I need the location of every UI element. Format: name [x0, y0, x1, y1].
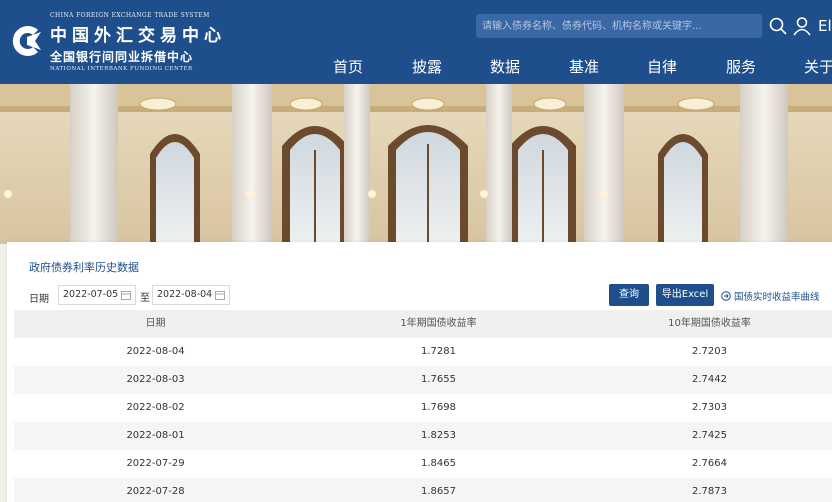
yield-10y-cell: 2.7203 [692, 346, 727, 357]
date-cell: 2022-08-03 [126, 374, 185, 385]
end-date-input[interactable]: 2022-08-04 [152, 285, 230, 305]
date-cell: 2022-08-02 [126, 402, 185, 413]
nav-services[interactable]: 服务 [726, 56, 756, 77]
yield-1y-cell: 1.7698 [421, 402, 456, 413]
column-header-date: 日期 [145, 318, 166, 329]
column-header-1y-yield: 1年期国债收益率 [400, 318, 477, 329]
hall-interior-image [0, 84, 832, 244]
calendar-icon [121, 291, 131, 300]
site-header: CHINA FOREIGN EXCHANGE TRADE SYSTEM 中国外汇… [0, 0, 832, 84]
nav-benchmark[interactable]: 基准 [569, 56, 599, 77]
logo-mark-icon [12, 26, 41, 57]
yield-1y-cell: 1.8465 [421, 458, 456, 469]
yield-10y-cell: 2.7873 [692, 486, 727, 497]
table-row: 2022-07-29 1.8465 2.7664 [14, 450, 832, 478]
yield-10y-cell: 2.7303 [692, 402, 727, 413]
bond-rate-table: 日期 1年期国债收益率 10年期国债收益率 2022-08-04 1.7281 … [14, 310, 832, 502]
yield-10y-cell: 2.7664 [692, 458, 727, 469]
nav-home[interactable]: 首页 [333, 56, 363, 77]
start-date-value: 2022-07-05 [63, 289, 119, 300]
date-range-separator: 至 [140, 293, 150, 304]
date-cell: 2022-07-29 [126, 458, 185, 469]
column-header-10y-yield: 10年期国债收益率 [668, 318, 751, 329]
date-filter-label: 日期 [29, 294, 49, 305]
date-cell: 2022-08-01 [126, 430, 185, 441]
bond-rate-panel: 政府债券利率历史数据 日期 2022-07-05 至 2022-08-04 查询… [7, 242, 832, 502]
nav-disclosure[interactable]: 披露 [412, 56, 442, 77]
yield-1y-cell: 1.8657 [421, 486, 456, 497]
query-button[interactable]: 查询 [609, 284, 649, 306]
export-excel-button[interactable]: 导出Excel [656, 284, 714, 306]
yield-1y-cell: 1.7281 [421, 346, 456, 357]
nav-self-regulation[interactable]: 自律 [647, 56, 677, 77]
user-icon[interactable] [792, 16, 812, 36]
search-icon[interactable] [768, 16, 788, 36]
table-row: 2022-08-04 1.7281 2.7203 [14, 338, 832, 366]
cfets-logo[interactable]: CHINA FOREIGN EXCHANGE TRADE SYSTEM 中国外汇… [8, 8, 221, 78]
nav-about[interactable]: 关于 [804, 56, 832, 77]
arrow-circle-icon [721, 291, 731, 301]
logo-chinese-name: 中国外汇交易中心 [50, 26, 226, 46]
yield-1y-cell: 1.7655 [421, 374, 456, 385]
table-header-row: 日期 1年期国债收益率 10年期国债收益率 [14, 310, 832, 338]
logo-english-name: CHINA FOREIGN EXCHANGE TRADE SYSTEM [50, 12, 210, 19]
table-row: 2022-08-03 1.7655 2.7442 [14, 366, 832, 394]
start-date-input[interactable]: 2022-07-05 [58, 285, 136, 305]
yield-10y-cell: 2.7442 [692, 374, 727, 385]
search-input[interactable] [476, 14, 762, 38]
yield-curve-link[interactable]: 国债实时收益率曲线 [721, 289, 820, 303]
calendar-icon [215, 291, 225, 300]
date-cell: 2022-07-28 [126, 486, 185, 497]
table-row: 2022-07-28 1.8657 2.7873 [14, 478, 832, 502]
logo-chinese-subname: 全国银行间同业拆借中心 [50, 50, 194, 64]
logo-english-subname: NATIONAL INTERBANK FUNDING CENTER [50, 66, 193, 72]
yield-1y-cell: 1.8253 [421, 430, 456, 441]
panel-title: 政府债券利率历史数据 [29, 261, 139, 274]
table-row: 2022-08-01 1.8253 2.7425 [14, 422, 832, 450]
table-row: 2022-08-02 1.7698 2.7303 [14, 394, 832, 422]
nav-data[interactable]: 数据 [490, 56, 520, 77]
hero-banner [0, 84, 832, 244]
language-switch[interactable]: El [818, 17, 832, 35]
date-cell: 2022-08-04 [126, 346, 185, 357]
end-date-value: 2022-08-04 [157, 289, 213, 300]
yield-10y-cell: 2.7425 [692, 430, 727, 441]
yield-curve-link-text: 国债实时收益率曲线 [734, 292, 820, 303]
